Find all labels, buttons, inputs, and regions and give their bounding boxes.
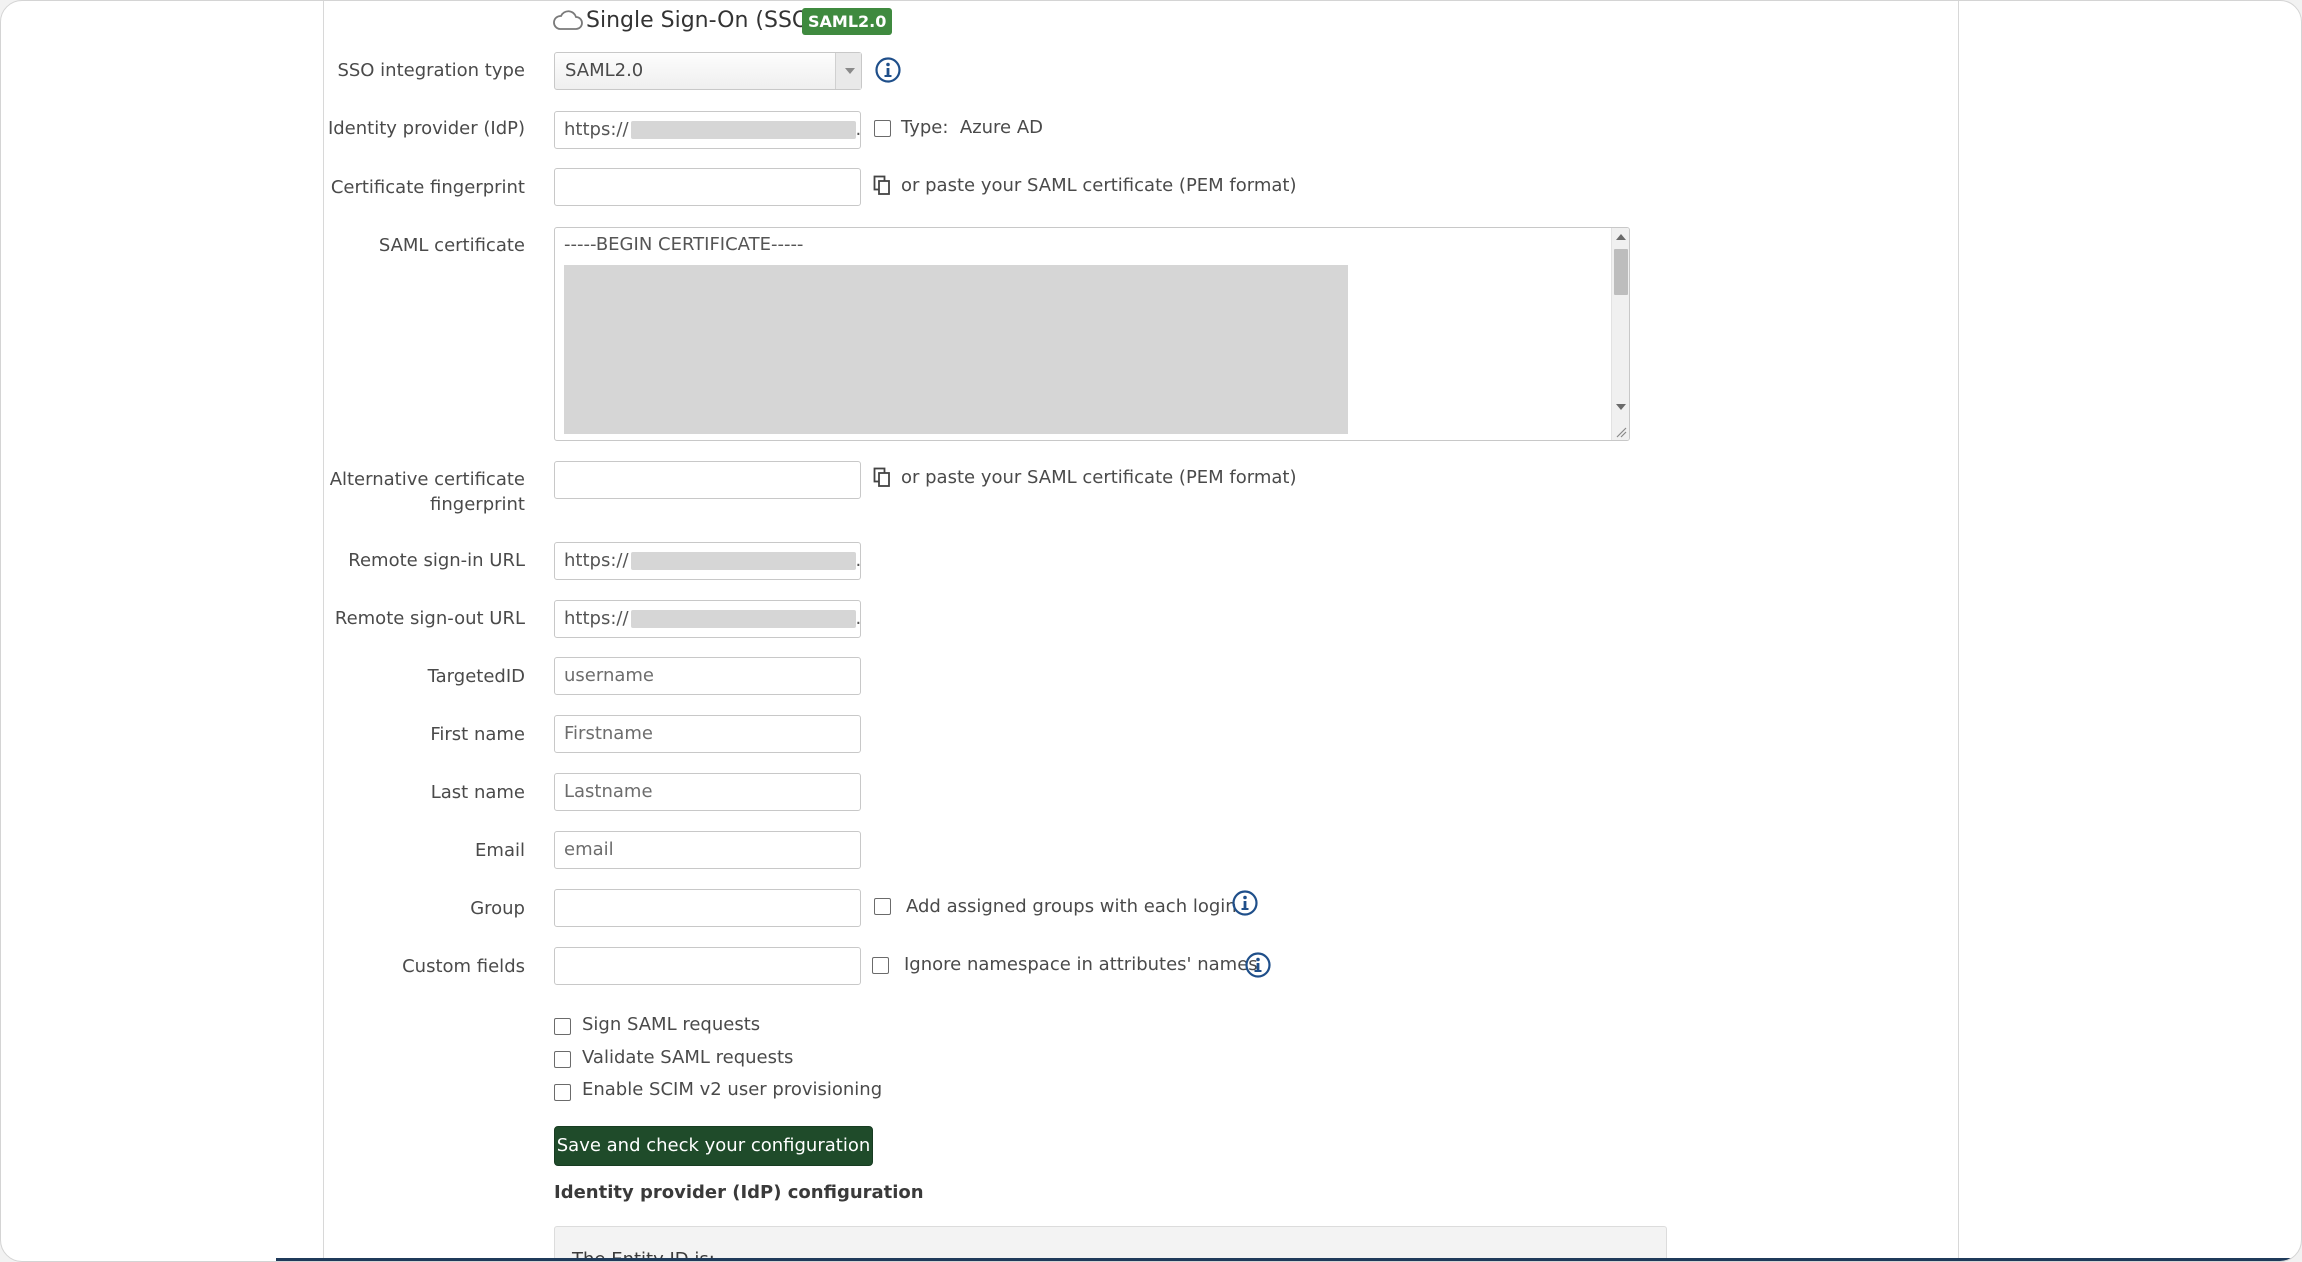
first-name-label: First name bbox=[430, 724, 525, 745]
info-icon[interactable] bbox=[874, 56, 902, 84]
targeted-id-input[interactable]: username bbox=[554, 657, 861, 695]
idp-label: Identity provider (IdP) bbox=[327, 118, 525, 139]
email-label: Email bbox=[475, 840, 525, 861]
scroll-down-icon[interactable] bbox=[1616, 404, 1626, 410]
redacted-text bbox=[630, 121, 856, 139]
custom-fields-input[interactable] bbox=[554, 947, 861, 985]
sign-saml-label: Sign SAML requests bbox=[582, 1014, 761, 1035]
integration-type-label: SSO integration type bbox=[337, 60, 525, 81]
saml-badge: SAML2.0 bbox=[802, 8, 893, 35]
entity-id-box: The Entity ID is: bbox=[554, 1226, 1667, 1261]
remote-signout-label: Remote sign-out URL bbox=[334, 608, 525, 629]
cloud-icon bbox=[553, 10, 583, 30]
cert-fingerprint-label: Certificate fingerprint bbox=[330, 177, 525, 198]
alt-fingerprint-input[interactable] bbox=[554, 461, 861, 499]
integration-type-value: SAML2.0 bbox=[565, 60, 644, 81]
copy-icon[interactable] bbox=[873, 467, 891, 489]
email-input[interactable]: email bbox=[554, 831, 861, 869]
redacted-text bbox=[630, 610, 856, 628]
idp-config-title: Identity provider (IdP) configuration bbox=[554, 1182, 924, 1203]
sign-saml-checkbox[interactable] bbox=[554, 1018, 571, 1035]
custom-fields-label: Custom fields bbox=[402, 956, 525, 977]
page-title: Single Sign-On (SSO) bbox=[586, 8, 818, 33]
textarea-scrollbar[interactable] bbox=[1611, 228, 1629, 440]
bottom-divider bbox=[276, 1258, 2301, 1261]
save-button[interactable]: Save and check your configuration bbox=[554, 1126, 873, 1166]
saml-certificate-label: SAML certificate bbox=[378, 235, 525, 256]
first-name-input[interactable]: Firstname bbox=[554, 715, 861, 753]
ignore-namespace-label: Ignore namespace in attributes' names bbox=[904, 954, 1258, 975]
window-frame: Single Sign-On (SSO) SAML2.0 SSO integra… bbox=[0, 0, 2302, 1262]
enable-scim-label: Enable SCIM v2 user provisioning bbox=[582, 1079, 883, 1100]
idp-type-value: Azure AD bbox=[959, 117, 1044, 138]
enable-scim-checkbox[interactable] bbox=[554, 1084, 571, 1101]
redacted-text bbox=[630, 552, 856, 570]
alt-paste-hint: or paste your SAML certificate (PEM form… bbox=[901, 467, 1297, 488]
remote-signin-label: Remote sign-in URL bbox=[348, 550, 525, 571]
validate-saml-checkbox[interactable] bbox=[554, 1051, 571, 1068]
idp-url-input[interactable]: https://. bbox=[554, 111, 861, 149]
copy-icon[interactable] bbox=[873, 175, 891, 197]
saml-certificate-textarea[interactable]: -----BEGIN CERTIFICATE----- bbox=[554, 227, 1630, 441]
group-input[interactable] bbox=[554, 889, 861, 927]
scroll-up-icon[interactable] bbox=[1616, 234, 1626, 240]
group-label: Group bbox=[470, 898, 525, 919]
cert-fingerprint-input[interactable] bbox=[554, 168, 861, 206]
cert-paste-hint: or paste your SAML certificate (PEM form… bbox=[901, 175, 1297, 196]
redacted-certificate bbox=[564, 265, 1348, 434]
alt-fingerprint-label: Alternative certificate fingerprint bbox=[329, 469, 525, 515]
integration-type-select[interactable]: SAML2.0 bbox=[554, 52, 862, 90]
group-checkbox-label: Add assigned groups with each login bbox=[906, 896, 1237, 917]
resize-grip-icon[interactable] bbox=[1615, 426, 1627, 438]
group-checkbox[interactable] bbox=[874, 898, 891, 915]
info-icon[interactable] bbox=[1244, 951, 1272, 979]
last-name-label: Last name bbox=[430, 782, 525, 803]
validate-saml-label: Validate SAML requests bbox=[582, 1047, 794, 1068]
remote-signout-input[interactable]: https://. bbox=[554, 600, 861, 638]
last-name-input[interactable]: Lastname bbox=[554, 773, 861, 811]
ignore-namespace-checkbox[interactable] bbox=[872, 957, 889, 974]
chevron-down-icon[interactable] bbox=[835, 53, 861, 89]
idp-type-checkbox[interactable] bbox=[874, 120, 891, 137]
targeted-id-label: TargetedID bbox=[427, 666, 525, 687]
remote-signin-input[interactable]: https://. bbox=[554, 542, 861, 580]
info-icon[interactable] bbox=[1231, 889, 1259, 917]
certificate-first-line: -----BEGIN CERTIFICATE----- bbox=[564, 234, 804, 255]
scroll-thumb[interactable] bbox=[1614, 249, 1628, 295]
idp-type-label: Type: Azure AD bbox=[901, 117, 1044, 138]
